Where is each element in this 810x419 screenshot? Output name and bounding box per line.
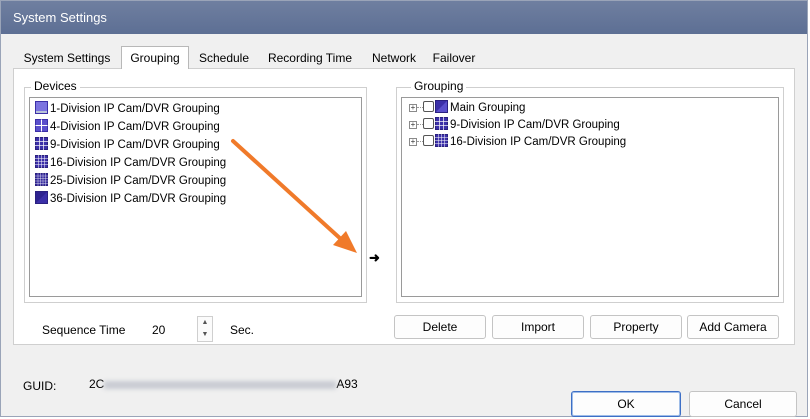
guid-suffix: A93 xyxy=(336,377,358,391)
cancel-button[interactable]: Cancel xyxy=(689,391,797,417)
guid-label: GUID: xyxy=(23,379,57,393)
guid-value: 2C A93 xyxy=(89,375,358,393)
system-settings-window: System Settings System Settings Grouping… xyxy=(0,0,808,417)
guid-prefix: 2C xyxy=(89,377,105,391)
ok-button[interactable]: OK xyxy=(571,391,681,417)
guid-redacted xyxy=(104,380,337,389)
tab-grouping[interactable]: Grouping xyxy=(121,46,189,69)
